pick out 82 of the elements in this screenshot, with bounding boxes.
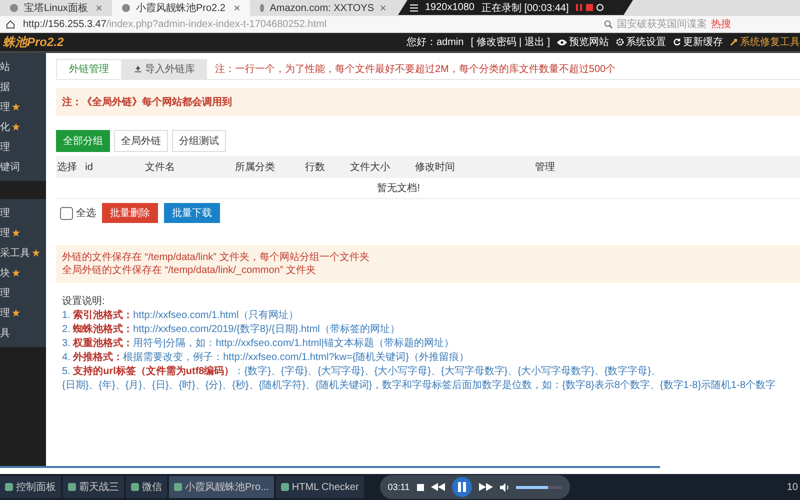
taskbar-item[interactable]: 霸天战三 <box>63 476 124 498</box>
recording-status: 正在录制 [00:03:44] <box>482 2 569 14</box>
settings-icon <box>616 38 624 46</box>
search-field[interactable]: 国安破获英国间谍案 热搜 <box>604 17 794 31</box>
app-logo: 蛛池Pro2.2 <box>3 34 64 50</box>
favicon-icon <box>122 4 130 12</box>
sidebar-item[interactable]: 理 <box>0 206 10 220</box>
stop-icon[interactable] <box>416 484 424 490</box>
eye-icon <box>557 38 567 46</box>
clock-text: 10 <box>786 482 799 492</box>
checkbox[interactable] <box>60 206 73 220</box>
close-icon <box>234 5 240 11</box>
column-header: id <box>84 162 94 172</box>
taskbar-item[interactable]: HTML Checker <box>276 476 364 498</box>
home-icon <box>6 20 15 28</box>
fast-forward-icon[interactable] <box>478 483 493 491</box>
header-link[interactable]: 系统设置 <box>616 35 666 49</box>
sidebar-item[interactable]: 具 <box>0 326 10 340</box>
sidebar-item[interactable]: 站 <box>0 60 10 74</box>
column-header: 管理 <box>534 161 556 174</box>
sidebar-item[interactable]: 采工具 <box>0 246 30 260</box>
tab[interactable]: 导入外链库 <box>122 59 207 79</box>
download-button[interactable]: 批量下载 <box>164 203 220 223</box>
help-line: 3. 权重池格式：用符号|分隔，如：http://xxfseo.com/1.html|锚文本标题（带标题的网址） <box>62 337 455 351</box>
close-icon <box>380 5 386 11</box>
header-link[interactable]: 系统修复工具 <box>730 35 800 49</box>
filter-button[interactable]: 全局外链 <box>114 130 168 152</box>
header-link[interactable]: 更新缓存 <box>673 35 723 49</box>
empty-message: 暂无文档! <box>56 178 800 199</box>
sidebar-item[interactable]: 理 <box>0 306 10 320</box>
menu-icon <box>410 4 418 12</box>
sidebar-item[interactable]: 理 <box>0 100 10 114</box>
help-title: 设置说明: <box>62 295 106 309</box>
pause-icon[interactable] <box>452 477 472 497</box>
address-bar[interactable]: http://156.255.3.47/index.php?admin-index-index-t-1704680252.html <box>23 18 596 30</box>
delete-button[interactable]: 批量删除 <box>102 203 158 223</box>
help-line: {日期}、{年}、{月}、{日}、{时}、{分}、{秒}、{随机字符}、{随机关键词}，数字和字母标签后面加数字是位数，如：{数字8}表示8个数字、{数字1-8}示随机1-8个数字 <box>62 379 777 393</box>
player-time: 03:11 <box>388 482 410 492</box>
tab-note: 注：一行一个，为了性能，每个文件最好不要超过2M，每个分类的库文件数量不超过500个 <box>215 62 616 76</box>
column-header: 文件名 <box>144 160 176 174</box>
sidebar-item[interactable]: 理 <box>0 286 10 300</box>
column-header: 所属分类 <box>234 160 276 174</box>
taskbar-item[interactable]: 微信 <box>126 476 167 498</box>
search-icon <box>604 20 613 28</box>
recorder-controls-icon[interactable] <box>576 4 604 11</box>
greeting-text: 您好：admin <box>406 36 464 49</box>
header-link[interactable]: 预览网站 <box>557 35 609 49</box>
taskbar-item[interactable]: 小霞风靓蛛池Pro... <box>169 476 274 498</box>
column-header: 行数 <box>304 161 326 174</box>
rewind-icon[interactable] <box>430 483 445 491</box>
refresh-icon <box>673 38 681 46</box>
column-header: 文件大小 <box>349 160 391 174</box>
filter-button[interactable]: 分组测试 <box>172 130 226 152</box>
help-line: 5. 支持的url标签（文件需为utf8编码）：{数字}、{字母}、{大写字母}、{大小写字母}、{大写字母数字}、{大小写字母数字}、{数字字母}、 <box>62 365 662 379</box>
tab[interactable]: 外链管理 <box>56 59 122 79</box>
volume-icon[interactable] <box>500 482 509 492</box>
volume-slider[interactable] <box>516 486 548 488</box>
info-text: 全局外链的文件保存在 “/temp/data/link/_common” 文件夹 <box>62 264 317 277</box>
resolution-label: 1920x1080 <box>425 2 474 13</box>
account-links[interactable]: [ 修改密码 | 退出 ] <box>470 35 550 49</box>
help-line: 1. 索引池格式：http://xxfseo.com/1.html（只有网址） <box>62 309 300 323</box>
sidebar-item[interactable]: 键词 <box>0 160 20 174</box>
filter-button[interactable]: 全部分组 <box>56 130 110 152</box>
notice-banner: 注：《全局外链》每个网站都会调用到 <box>56 88 800 116</box>
favicon-icon <box>260 4 264 12</box>
sidebar-item[interactable]: 据 <box>0 80 10 94</box>
upload-icon <box>134 65 142 73</box>
close-icon <box>96 5 102 11</box>
help-line: 4. 外推格式：根据需要改变，例子：http://xxfseo.com/1.html?kw={随机关键词}（外推留痕） <box>62 351 470 365</box>
sidebar-item[interactable]: 块 <box>0 266 10 280</box>
info-text: 外链的文件保存在 “/temp/data/link” 文件夹，每个网站分组一个文件夹 <box>62 251 370 264</box>
column-header: 选择 <box>56 160 78 174</box>
browser-tab[interactable]: 小霞风靓蛛池Pro2.2 <box>112 0 250 16</box>
help-line: 2. 蜘蛛池格式：http://xxfseo.com/2019/{数字8}/{日期}.html（带标签的网址） <box>62 323 401 337</box>
sidebar-item[interactable]: 化 <box>0 120 10 134</box>
checkbox-label: 全选 <box>76 206 96 220</box>
favicon-icon <box>10 4 18 12</box>
sidebar-item[interactable]: 理 <box>0 226 10 240</box>
taskbar-item[interactable]: 控制面板 <box>0 476 61 498</box>
sidebar-item[interactable]: 理 <box>0 140 10 154</box>
wrench-icon <box>730 38 738 46</box>
column-header: 修改时间 <box>414 160 456 174</box>
